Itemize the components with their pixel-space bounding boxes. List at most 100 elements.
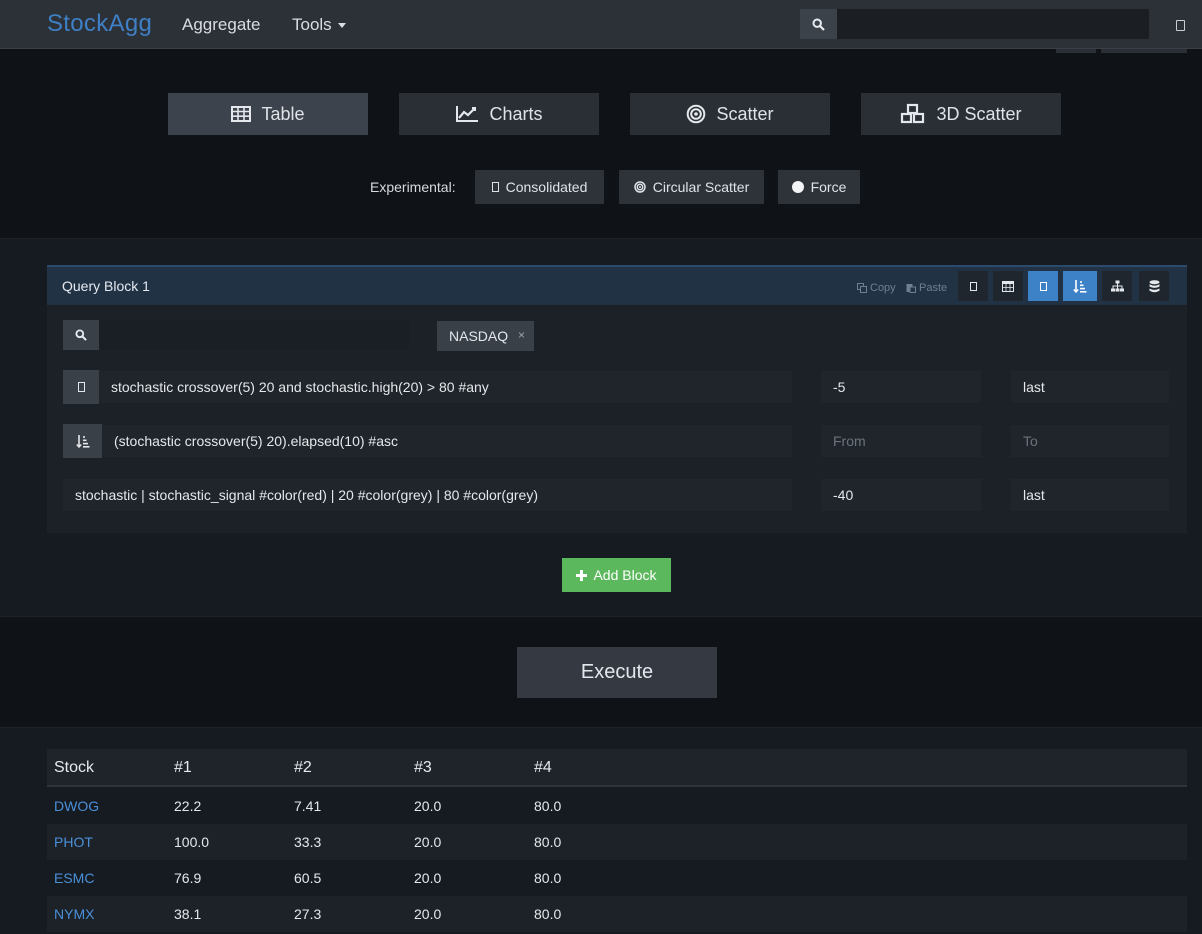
remove-tag-icon[interactable]: × [518,328,525,342]
exchange-tag: NASDAQ × [437,321,534,351]
table-cell: 20.0 [414,798,442,814]
query-block-title: Query Block 1 [62,278,150,294]
row2-from-input[interactable]: From [821,425,981,457]
stock-link[interactable]: DWOG [54,798,99,814]
column-header-2[interactable]: #2 [294,759,312,777]
square-icon [491,182,499,192]
exchange-tag-label: NASDAQ [449,328,509,344]
tab-charts[interactable]: Charts [399,93,599,135]
column-header-3[interactable]: #3 [414,759,432,777]
stock-link[interactable]: NYMX [54,906,94,922]
row1-to-input[interactable]: last [1011,371,1169,403]
table-row: NYMX 38.1 27.3 20.0 80.0 [47,896,1187,932]
navbar-search-input[interactable] [837,9,1149,39]
nav-tools-dropdown[interactable]: Tools [292,15,346,35]
row2-from-placeholder: From [833,433,866,449]
column-header-1[interactable]: #1 [174,759,192,777]
query-block: Query Block 1 Copy Paste NASDAQ × stocha… [47,265,1187,533]
results-table: Stock #1 #2 #3 #4 DWOG 22.2 7.41 20.0 80… [47,749,1187,934]
cubes-icon [901,103,925,124]
query-block-header: Query Block 1 Copy Paste [47,265,1187,305]
circular-scatter-label: Circular Scatter [652,179,750,195]
plus-icon [576,569,588,581]
row3-expression-input[interactable]: stochastic | stochastic_signal #color(re… [63,479,792,511]
row1-expression: stochastic crossover(5) 20 and stochasti… [111,379,489,395]
copy-button[interactable]: Copy [857,282,896,294]
row2-expression-input[interactable]: (stochastic crossover(5) 20).elapsed(10)… [102,425,792,457]
qb-tool-square[interactable] [958,271,988,301]
row3-from-input[interactable]: -40 [821,479,981,511]
column-header-4[interactable]: #4 [534,759,552,777]
add-block-button[interactable]: Add Block [562,558,671,592]
square-icon [969,281,977,291]
search-button[interactable] [800,9,837,39]
sitemap-icon [1110,280,1124,292]
sort-asc-icon [1073,280,1087,293]
database-icon [1149,279,1159,292]
row1-expression-input[interactable]: stochastic crossover(5) 20 and stochasti… [99,371,792,403]
table-row: ESMC 76.9 60.5 20.0 80.0 [47,860,1187,896]
nav-aggregate[interactable]: Aggregate [182,15,260,35]
tab-3d-scatter[interactable]: 3D Scatter [861,93,1061,135]
search-icon [75,329,87,341]
row1-type-button[interactable] [63,370,99,404]
copy-label: Copy [870,282,896,294]
qb-tool-calendar[interactable] [993,271,1023,301]
row1-to: last [1023,379,1045,395]
force-button[interactable]: Force [778,170,860,204]
experimental-label: Experimental: [370,179,456,195]
circular-scatter-button[interactable]: Circular Scatter [619,170,764,204]
consolidated-button[interactable]: Consolidated [475,170,604,204]
calendar-icon [1002,281,1014,292]
row3-to-input[interactable]: last [1011,479,1169,511]
search-icon [812,17,825,31]
table-cell: 76.9 [174,870,202,886]
consolidated-label: Consolidated [505,179,588,195]
table-header: Stock #1 #2 #3 #4 [47,749,1187,787]
caret-down-icon [337,23,346,29]
target-icon [687,104,706,124]
table-cell: 80.0 [534,798,562,814]
qb-tool-square-active[interactable] [1028,271,1058,301]
row1-from-input[interactable]: -5 [821,371,981,403]
circle-icon [791,181,804,193]
row2-type-button[interactable] [63,424,102,458]
stock-link[interactable]: ESMC [54,870,94,886]
tab-3d-scatter-label: 3D Scatter [936,103,1022,124]
column-header-stock[interactable]: Stock [54,759,94,777]
copy-icon [857,283,867,293]
brand-logo[interactable]: StockAgg [47,10,152,38]
execute-label: Execute [580,661,654,683]
row3-to: last [1023,487,1045,503]
row3-expression: stochastic | stochastic_signal #color(re… [75,487,538,503]
force-label: Force [810,179,847,195]
table-cell: 80.0 [534,906,562,922]
square-icon [1039,281,1047,291]
square-icon [77,382,85,392]
table-cell: 7.41 [294,798,322,814]
execute-button[interactable]: Execute [517,647,717,698]
qb-tool-database[interactable] [1139,271,1169,301]
table-cell: 22.2 [174,798,202,814]
row2-expression: (stochastic crossover(5) 20).elapsed(10)… [114,433,399,449]
qb-tool-sitemap[interactable] [1102,271,1132,301]
table-icon [231,106,252,122]
paste-button[interactable]: Paste [906,282,947,294]
tab-table[interactable]: Table [168,93,368,135]
qb-tool-sort[interactable] [1063,271,1097,301]
navbar: StockAgg Aggregate Tools [0,0,1202,49]
target-icon [634,181,646,193]
row1-from: -5 [833,379,846,395]
tab-table-label: Table [261,103,305,124]
tab-scatter[interactable]: Scatter [630,93,830,135]
qb-search-input[interactable] [99,320,409,350]
table-cell: 27.3 [294,906,322,922]
table-cell: 20.0 [414,834,442,850]
qb-search-button[interactable] [63,320,99,350]
navbar-ghost-button [1056,49,1096,53]
stock-link[interactable]: PHOT [54,834,93,850]
row2-to-input[interactable]: To [1011,425,1169,457]
table-cell: 38.1 [174,906,202,922]
table-row: PHOT 100.0 33.3 20.0 80.0 [47,824,1187,860]
menu-square-icon[interactable] [1176,20,1185,31]
